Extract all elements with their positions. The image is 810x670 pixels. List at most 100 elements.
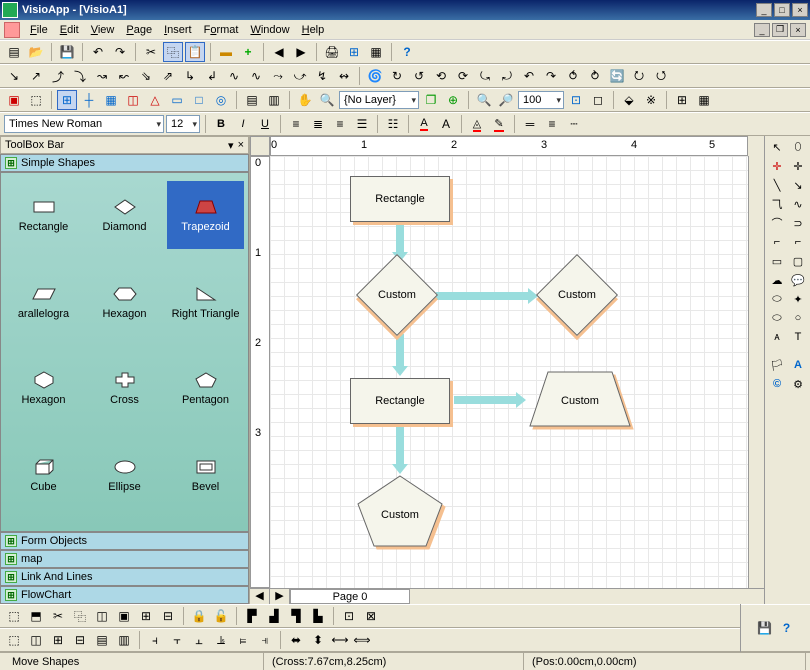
rt-lasso[interactable]: ⬯: [788, 138, 808, 156]
rt-text1[interactable]: ᴀ: [767, 328, 787, 346]
bt-3[interactable]: ✂: [48, 606, 68, 626]
layer-mgr[interactable]: ❐: [421, 90, 441, 110]
bt-2[interactable]: ⬒: [26, 606, 46, 626]
preview-button[interactable]: ▦: [366, 42, 386, 62]
bt2-1[interactable]: ⬚: [4, 630, 24, 650]
category-map[interactable]: ⊞map: [0, 550, 249, 568]
dist-button[interactable]: ▥: [264, 90, 284, 110]
bt-front[interactable]: ▛: [242, 606, 262, 626]
underline-button[interactable]: U: [255, 114, 275, 134]
bt2-ar[interactable]: ⫠: [189, 630, 209, 650]
shape-rect[interactable]: ▭: [167, 90, 187, 110]
shape-tri[interactable]: △: [145, 90, 165, 110]
rot-12[interactable]: 🔄: [607, 66, 627, 86]
fillcolor[interactable]: ◬: [467, 114, 487, 134]
rot-13[interactable]: ⭮: [629, 66, 649, 86]
bt-fwd[interactable]: ▜: [286, 606, 306, 626]
open-button[interactable]: 📂: [26, 42, 46, 62]
conn-13[interactable]: ⤳: [268, 66, 288, 86]
bt2-2[interactable]: ◫: [26, 630, 46, 650]
rt-circle[interactable]: ○: [788, 309, 808, 327]
toolbox-close-icon[interactable]: ×: [238, 139, 244, 151]
shape-bevel[interactable]: Bevel: [167, 441, 244, 509]
br-save[interactable]: 💾: [755, 618, 775, 638]
conn-8[interactable]: ⇗: [158, 66, 178, 86]
rt-text2[interactable]: T: [788, 328, 808, 346]
rt-poly[interactable]: ⺄: [767, 195, 787, 213]
bt2-al[interactable]: ⫞: [145, 630, 165, 650]
fontshadow[interactable]: A: [436, 114, 456, 134]
help-button[interactable]: ?: [397, 42, 417, 62]
rot-3[interactable]: ↺: [409, 66, 429, 86]
vp-3[interactable]: ⊞: [672, 90, 692, 110]
layer-dropdown[interactable]: {No Layer}: [339, 91, 419, 109]
align-left[interactable]: ≡: [286, 114, 306, 134]
vp-2[interactable]: ※: [641, 90, 661, 110]
rt-line[interactable]: ╲: [767, 176, 787, 194]
fontsize-dropdown[interactable]: 12: [166, 115, 200, 133]
page-tab[interactable]: Page 0: [290, 589, 410, 604]
rot-14[interactable]: ⭯: [651, 66, 671, 86]
rt-c[interactable]: ©: [767, 375, 787, 393]
align-right[interactable]: ≡: [330, 114, 350, 134]
zoom-in[interactable]: 🔍: [474, 90, 494, 110]
rot-9[interactable]: ↷: [541, 66, 561, 86]
copy-button[interactable]: ⿻: [163, 42, 183, 62]
bt2-ac[interactable]: ⫟: [167, 630, 187, 650]
bt2-5[interactable]: ▤: [92, 630, 112, 650]
category-simple-shapes[interactable]: ⊞Simple Shapes: [0, 154, 249, 172]
conn-15[interactable]: ↯: [312, 66, 332, 86]
rt-round[interactable]: ▢: [788, 252, 808, 270]
bt-8[interactable]: ⊟: [158, 606, 178, 626]
node-trapezoid[interactable]: Custom: [528, 370, 632, 428]
bt-unlock[interactable]: 🔓: [211, 606, 231, 626]
fontcolor[interactable]: A: [414, 114, 434, 134]
bt2-6[interactable]: ▥: [114, 630, 134, 650]
rot-10[interactable]: ⥀: [563, 66, 583, 86]
node-diamond-1[interactable]: Custom: [356, 254, 438, 336]
conn-16[interactable]: ↭: [334, 66, 354, 86]
connector[interactable]: [454, 396, 518, 404]
rt-rect[interactable]: ▭: [767, 252, 787, 270]
align-just[interactable]: ☰: [352, 114, 372, 134]
menu-view[interactable]: View: [85, 22, 121, 38]
cut-button[interactable]: ✂: [141, 42, 161, 62]
node-rectangle-1[interactable]: Rectangle: [350, 176, 450, 222]
bt2-sw[interactable]: ⟷: [330, 630, 350, 650]
align-center[interactable]: ≣: [308, 114, 328, 134]
connector[interactable]: [436, 292, 530, 300]
vp-1[interactable]: ⬙: [619, 90, 639, 110]
rot-6[interactable]: ⤿: [475, 66, 495, 86]
shape-hexagon1[interactable]: Hexagon: [86, 268, 163, 336]
pointer-button[interactable]: ⬚: [26, 90, 46, 110]
grid-toggle[interactable]: ⊞: [57, 90, 77, 110]
shape-target[interactable]: ◎: [211, 90, 231, 110]
connector[interactable]: [396, 426, 404, 466]
bt-grp[interactable]: ⊡: [339, 606, 359, 626]
mdi-minimize-button[interactable]: _: [754, 23, 770, 37]
zoom-out[interactable]: 🔎: [496, 90, 516, 110]
italic-button[interactable]: I: [233, 114, 253, 134]
bt-lock[interactable]: 🔒: [189, 606, 209, 626]
bt2-4[interactable]: ⊟: [70, 630, 90, 650]
shape-rectangle[interactable]: Rectangle: [5, 181, 82, 249]
conn-1[interactable]: ↘: [4, 66, 24, 86]
conn-14[interactable]: ⤻: [290, 66, 310, 86]
category-flowchart[interactable]: ⊞FlowChart: [0, 586, 249, 604]
mdi-restore-button[interactable]: ❐: [772, 23, 788, 37]
new-button[interactable]: ▤: [4, 42, 24, 62]
bt-6[interactable]: ▣: [114, 606, 134, 626]
rt-target[interactable]: ✛: [788, 157, 808, 175]
node-pentagon[interactable]: Custom: [356, 474, 444, 548]
bt-1[interactable]: ⬚: [4, 606, 24, 626]
scrollbar-vertical[interactable]: [748, 156, 764, 588]
conn-12[interactable]: ∿: [246, 66, 266, 86]
menu-file[interactable]: File: [24, 22, 54, 38]
category-form-objects[interactable]: ⊞Form Objects: [0, 532, 249, 550]
line-w2[interactable]: ≡: [542, 114, 562, 134]
select-button[interactable]: ▣: [4, 90, 24, 110]
rt-pointer[interactable]: ↖: [767, 138, 787, 156]
grid-button[interactable]: ⊞: [344, 42, 364, 62]
rot-5[interactable]: ⟳: [453, 66, 473, 86]
zoom-sel[interactable]: ◻: [588, 90, 608, 110]
